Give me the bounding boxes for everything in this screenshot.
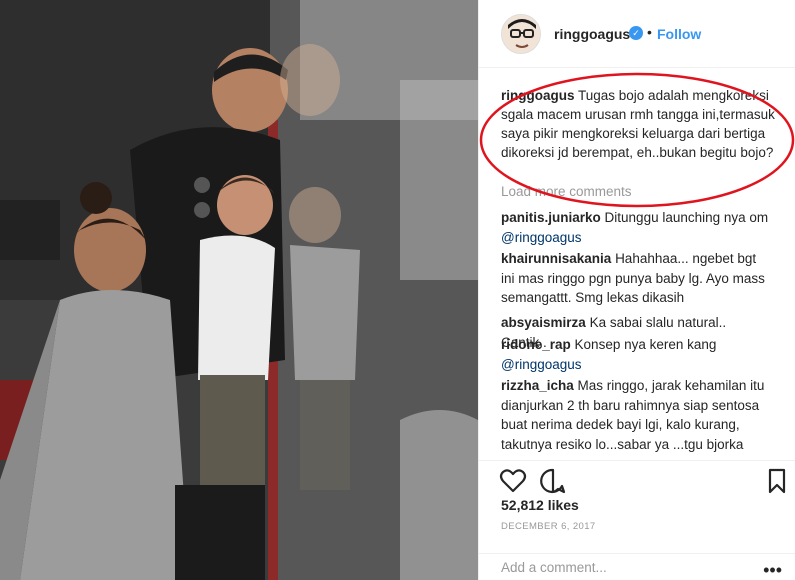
likes-count[interactable]: 52,812 likes — [501, 497, 579, 513]
load-more-comments-link[interactable]: Load more comments — [501, 184, 632, 199]
family-photo-illustration — [0, 0, 478, 580]
follow-button[interactable]: Follow — [657, 26, 701, 42]
comment-item: rizzha_icha Mas ringgo, jarak kehamilan … — [501, 376, 771, 454]
add-comment-input[interactable] — [501, 560, 751, 575]
comment-text: Konsep nya keren kang — [574, 337, 717, 352]
comment-item: khairunnisakania Hahahhaa... ngebet bgt … — [501, 249, 771, 308]
header-separator: • — [647, 24, 652, 40]
comment-item: panitis.juniarko Ditunggu launching nya … — [501, 208, 771, 247]
post-photo[interactable] — [0, 0, 478, 580]
bookmark-icon[interactable] — [763, 467, 791, 495]
post-author-username[interactable]: ringgoagus — [554, 26, 630, 42]
verified-badge-icon: ✓ — [629, 26, 643, 40]
comment-item: ridone_rap Konsep nya keren kang @ringgo… — [501, 335, 771, 374]
caption-username[interactable]: ringgoagus — [501, 88, 575, 103]
caption: ringgoagus Tugas bojo adalah mengkoreksi… — [501, 86, 791, 162]
comment-username[interactable]: panitis.juniarko — [501, 210, 601, 225]
comment-username[interactable]: rizzha_icha — [501, 378, 574, 393]
avatar-face-illustration — [502, 15, 540, 53]
comment-username[interactable]: absyaismirza — [501, 315, 586, 330]
heart-icon[interactable] — [499, 467, 527, 495]
comment-icon[interactable] — [539, 467, 567, 495]
comment-username[interactable]: khairunnisakania — [501, 251, 611, 266]
post-header: ringgoagus ✓ • Follow — [479, 0, 795, 68]
comment-text: Ditunggu launching nya om — [604, 210, 769, 225]
post-side-panel: ringgoagus ✓ • Follow ringgoagus Tugas b… — [478, 0, 795, 580]
avatar[interactable] — [501, 14, 541, 54]
comment-mention[interactable]: @ringgoagus — [501, 357, 582, 372]
comment-username[interactable]: ridone_rap — [501, 337, 571, 352]
post-actions: 52,812 likes DECEMBER 6, 2017 ••• — [479, 460, 795, 580]
comment-mention[interactable]: @ringgoagus — [501, 230, 582, 245]
more-options-icon[interactable]: ••• — [763, 560, 782, 580]
post-date[interactable]: DECEMBER 6, 2017 — [501, 521, 596, 532]
add-comment-bar: ••• — [479, 553, 795, 580]
